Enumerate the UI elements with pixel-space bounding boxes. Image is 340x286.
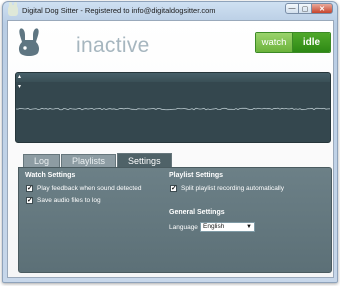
waveform-line	[16, 107, 330, 111]
play-feedback-option[interactable]: ✓ Play feedback when sound detected	[26, 185, 141, 192]
tab-playlists[interactable]: Playlists	[61, 154, 117, 167]
save-audio-checkbox[interactable]: ✓	[26, 197, 33, 204]
tab-log[interactable]: Log	[23, 154, 61, 167]
dropdown-arrow-icon[interactable]: ▼	[246, 223, 252, 231]
minimize-button[interactable]: —	[285, 3, 299, 14]
watch-mode-button[interactable]: watch	[256, 33, 294, 52]
settings-panel: Watch Settings ✓ Play feedback when soun…	[18, 167, 332, 273]
app-icon	[8, 2, 18, 16]
split-playlist-checkbox[interactable]: ✓	[170, 185, 177, 192]
language-select[interactable]: English ▼	[200, 222, 255, 232]
audio-waveform: ▴ ▾	[15, 72, 331, 143]
restore-button[interactable]: ▢	[298, 3, 312, 14]
playlist-settings-title: Playlist Settings	[169, 172, 224, 179]
save-audio-option[interactable]: ✓ Save audio files to log	[26, 197, 101, 204]
language-label: Language	[169, 224, 198, 231]
general-settings-title: General Settings	[169, 209, 225, 216]
split-playlist-label: Split playlist recording automatically	[181, 185, 284, 192]
tab-settings[interactable]: Settings	[117, 153, 172, 167]
title-bar[interactable]: Digital Dog Sitter - Registered to info@…	[3, 2, 337, 20]
window-title: Digital Dog Sitter - Registered to info@…	[22, 6, 216, 15]
mode-toggle[interactable]: watch idle	[255, 32, 331, 53]
language-value: English	[203, 223, 225, 230]
rabbit-logo-icon	[18, 28, 40, 56]
client-area: inactive watch idle ▴ ▾ Log Playlists Se…	[7, 20, 334, 278]
split-playlist-option[interactable]: ✓ Split playlist recording automatically	[170, 185, 284, 192]
idle-mode-button[interactable]: idle	[293, 33, 330, 52]
status-text: inactive	[76, 34, 150, 57]
app-window: Digital Dog Sitter - Registered to info@…	[2, 1, 338, 283]
close-button[interactable]: ✕	[311, 3, 333, 14]
watch-settings-title: Watch Settings	[25, 172, 76, 179]
play-feedback-checkbox[interactable]: ✓	[26, 185, 33, 192]
save-audio-label: Save audio files to log	[37, 197, 101, 204]
tab-bar: Log Playlists Settings	[23, 153, 173, 167]
play-feedback-label: Play feedback when sound detected	[37, 185, 142, 192]
window-controls: — ▢ ✕	[285, 3, 333, 14]
